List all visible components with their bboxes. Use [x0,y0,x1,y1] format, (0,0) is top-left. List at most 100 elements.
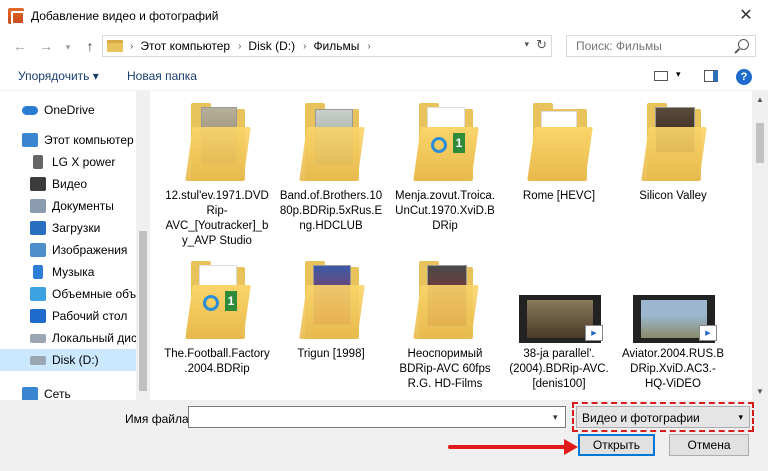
breadcrumb: › [130,40,134,52]
filename-label: Имя файла: [125,412,192,426]
up-icon[interactable]: ↑ [78,34,102,58]
file-label: 12.stul'ev.1971.DVDRip-AVC_[Youtracker]_… [165,190,269,247]
scroll-thumb[interactable] [756,123,764,163]
file-label: Menja.zovut.Troica.UnCut.1970.XviD.BDRip [395,190,495,232]
document-icon [30,199,46,213]
sidebar-item-onedrive[interactable]: OneDrive [0,99,136,121]
sidebar-item-video[interactable]: Видео [0,173,136,195]
navigation-bar: ← → ▾ ↑ › Этот компьютер › Disk (D:) › Фил… [0,31,768,61]
video-badge-icon: ▶ [699,325,717,341]
window-title: Добавление видео и фотографий [31,8,219,23]
file-item[interactable]: Silicon Valley [618,101,728,251]
arrow-annotation-icon [448,439,578,455]
3d-objects-icon [30,287,46,301]
sidebar-item-this-pc[interactable]: Этот компьютер [0,129,136,151]
back-icon[interactable]: ← [8,34,32,58]
file-item[interactable]: Band.of.Brothers.1080p.BDRip.5xRus.Eng.H… [276,101,386,251]
new-folder-button[interactable]: Новая папка [127,69,197,83]
chevron-down-icon: ▾ [738,412,743,422]
close-button[interactable]: ✕ [732,3,760,27]
desktop-icon [30,309,46,323]
sidebar-item-local-disk[interactable]: Локальный диск [0,327,136,349]
scroll-down-icon[interactable]: ▼ [756,387,764,396]
video-thumbnail: ▶ [511,259,607,343]
sidebar-item-downloads[interactable]: Загрузки [0,217,136,239]
filename-input[interactable] [188,406,566,428]
file-label: 38-ja parallel'.(2004).BDRip-AVC.[denis1… [509,348,609,390]
search-icon[interactable] [738,39,749,50]
sidebar-item-documents[interactable]: Документы [0,195,136,217]
download-icon [30,221,46,235]
file-item[interactable]: Rome [HEVC] [504,101,614,251]
file-dialog-footer: Имя файла: ▾ Видео и фотографии ▾ Открыт… [0,400,768,471]
file-label: Неоспоримый BDRip-AVC 60fps R.G. HD-Film… [399,348,491,390]
folder-icon [169,101,265,181]
arrange-button[interactable]: Упорядочить ▾ [18,69,99,83]
sidebar-item-music[interactable]: Музыка [0,261,136,283]
file-item[interactable]: Неоспоримый BDRip-AVC 60fps R.G. HD-Film… [390,259,500,400]
file-item[interactable]: Trigun [1998] [276,259,386,400]
forward-icon[interactable]: → [34,34,58,58]
command-bar: Упорядочить ▾ Новая папка ▾ ? [0,61,768,91]
search-input[interactable] [576,39,726,53]
sidebar-scroll-thumb[interactable] [139,231,147,391]
phone-icon [33,155,43,169]
file-list-scrollbar[interactable]: ▲ ▼ [752,91,768,400]
address-dropdown-icon[interactable]: ▾ [524,39,529,50]
video-thumbnail: ▶ [625,259,721,343]
folder-icon [283,259,379,339]
sidebar-item-desktop[interactable]: Рабочий стол [0,305,136,327]
search-box[interactable] [566,35,756,57]
app-icon [8,7,25,25]
change-view-icon[interactable] [654,71,668,81]
open-button[interactable]: Открыть [578,434,655,456]
file-item[interactable]: 1 The.Football.Factory.2004.BDRip [162,259,272,400]
computer-icon [22,133,38,147]
help-icon[interactable]: ? [736,69,752,85]
address-bar[interactable]: › Этот компьютер › Disk (D:) › Фильмы › ▾ ↻ [102,35,552,57]
breadcrumb-this-pc[interactable]: Этот компьютер › [140,39,241,53]
folder-icon: 1 [397,101,493,181]
cloud-icon [22,105,38,115]
folder-icon [283,101,379,181]
network-icon [22,387,38,400]
file-item[interactable]: 1 Menja.zovut.Troica.UnCut.1970.XviD.BDR… [390,101,500,251]
file-item[interactable]: 12.stul'ev.1971.DVDRip-AVC_[Youtracker]_… [162,101,272,251]
refresh-icon[interactable]: ↻ [536,37,547,53]
sidebar-item-network[interactable]: Сеть [0,383,136,400]
sidebar-item-3d-objects[interactable]: Объемные объе [0,283,136,305]
sidebar-scrollbar[interactable] [136,91,150,400]
drive-icon [30,333,46,343]
image-icon [30,243,46,257]
file-label: Trigun [1998] [297,348,365,360]
breadcrumb-disk-d[interactable]: Disk (D:) › [248,39,306,53]
sidebar-item-images[interactable]: Изображения [0,239,136,261]
folder-icon [625,101,721,181]
title-bar: Добавление видео и фотографий ✕ [0,0,768,31]
folder-icon [397,259,493,339]
preview-pane-icon[interactable] [704,70,718,82]
sidebar-item-disk-d[interactable]: Disk (D:) [0,349,136,371]
file-item[interactable]: ▶ 38-ja parallel'.(2004).BDRip-AVC.[deni… [504,259,614,400]
folder-icon: 1 [169,259,265,339]
video-icon [30,177,46,191]
recent-locations-icon[interactable]: ▾ [56,35,80,59]
navigation-pane: OneDrive Этот компьютер LG X power Видео… [0,91,150,400]
file-label: Band.of.Brothers.1080p.BDRip.5xRus.Eng.H… [279,190,383,232]
file-label: Silicon Valley [639,190,707,202]
sidebar-item-lg-x-power[interactable]: LG X power [0,151,136,173]
video-badge-icon: ▶ [585,325,603,341]
filename-dropdown-icon[interactable]: ▾ [553,412,558,423]
drive-icon [30,355,46,365]
file-label: Rome [HEVC] [522,190,596,202]
file-label: The.Football.Factory.2004.BDRip [164,348,270,375]
folder-icon [107,40,123,52]
filetype-select[interactable]: Видео и фотографии ▾ [576,406,750,428]
file-item[interactable]: ▶ Aviator.2004.RUS.BDRip.XviD.AC3.-HQ-Vi… [618,259,728,400]
breadcrumb-films[interactable]: Фильмы › [313,39,370,53]
cancel-button[interactable]: Отмена [669,434,749,456]
view-dropdown-icon[interactable]: ▾ [676,69,681,80]
folder-icon [511,101,607,181]
scroll-up-icon[interactable]: ▲ [756,95,764,104]
music-icon [33,265,43,279]
